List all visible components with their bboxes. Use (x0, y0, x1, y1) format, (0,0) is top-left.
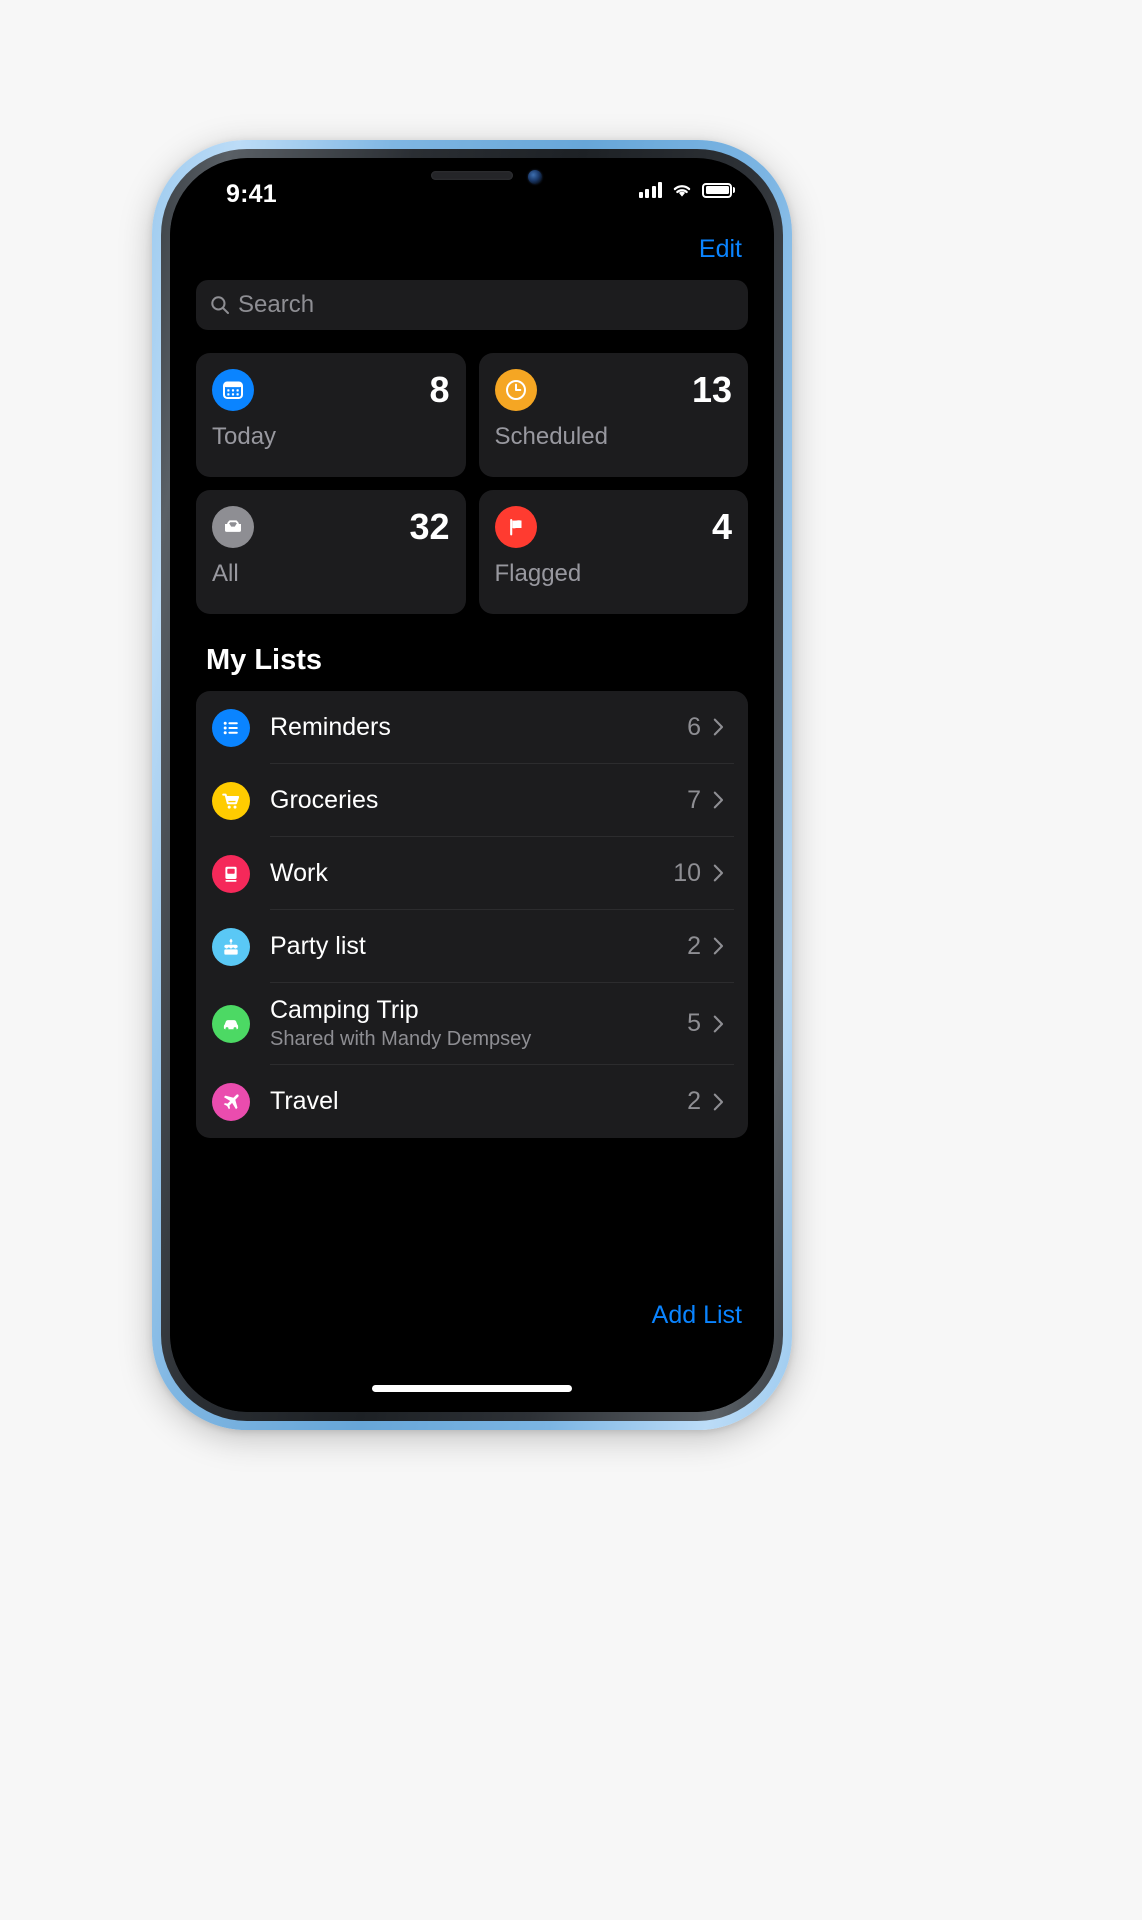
calendar-icon (212, 369, 254, 411)
add-list-button[interactable]: Add List (652, 1301, 742, 1329)
list-item-count: 2 (687, 1087, 701, 1115)
list-item-count: 5 (687, 1009, 701, 1037)
chevron-right-icon (713, 937, 724, 955)
list-item-travel[interactable]: Travel 2 (196, 1065, 748, 1138)
device-bezel: 9:41 Edit Search 8 Today 13 Scheduled 32… (161, 149, 783, 1421)
smart-list-count-today: 8 (429, 369, 450, 410)
device-inner-bezel: 9:41 Edit Search 8 Today 13 Scheduled 32… (170, 158, 774, 1412)
list-item-count: 10 (673, 858, 701, 887)
iphone-device-frame: 9:41 Edit Search 8 Today 13 Scheduled 32… (152, 140, 792, 1430)
inbox-tray-icon (212, 506, 254, 548)
smart-list-count-all: 32 (409, 506, 450, 547)
list-item-count: 2 (687, 931, 701, 960)
clock-icon (494, 369, 537, 411)
battery-icon (702, 182, 732, 198)
wifi-icon (671, 182, 693, 198)
airplane-icon (212, 1082, 250, 1121)
list-item-count: 7 (687, 785, 701, 814)
reminders-app: Edit Search 8 Today 13 Scheduled 32 All … (170, 220, 774, 1412)
phone-screen: 9:41 Edit Search 8 Today 13 Scheduled 32… (170, 158, 774, 1412)
smart-list-card-scheduled[interactable]: 13 Scheduled (478, 353, 748, 477)
my-lists-heading: My Lists (206, 644, 323, 676)
list-item-camping-trip[interactable]: Camping Trip Shared with Mandy Dempsey 5 (196, 983, 748, 1065)
list-item-party[interactable]: Party list 2 (196, 910, 748, 983)
my-lists-container: Reminders 6 Groceries 7 Work 10 Party li… (196, 691, 748, 1138)
list-item-count: 6 (687, 712, 701, 741)
smart-list-label-today: Today (212, 423, 277, 450)
smart-list-label-flagged: Flagged (494, 560, 582, 587)
list-item-name: Travel (270, 1087, 339, 1116)
chevron-right-icon (713, 791, 724, 809)
smart-list-count-flagged: 4 (711, 506, 732, 547)
chevron-right-icon (713, 718, 724, 736)
device-notch (360, 158, 584, 198)
cellular-signal-icon (638, 182, 662, 198)
navigation-bar: Edit (196, 220, 748, 278)
search-bar[interactable]: Search (196, 280, 748, 330)
smart-list-card-flagged[interactable]: 4 Flagged (478, 490, 748, 614)
smart-list-label-all: All (212, 560, 239, 587)
list-item-name: Reminders (270, 712, 391, 741)
smart-list-card-all[interactable]: 32 All (196, 490, 466, 614)
smart-list-grid: 8 Today 13 Scheduled 32 All 4 Flagged (196, 353, 748, 614)
smart-list-card-today[interactable]: 8 Today (196, 353, 466, 477)
list-item-shared-subtitle: Shared with Mandy Dempsey (270, 1028, 532, 1051)
smart-list-count-scheduled: 13 (691, 369, 732, 410)
list-item-name: Party list (270, 931, 366, 960)
edit-button[interactable]: Edit (699, 235, 742, 264)
earpiece-speaker-icon (431, 171, 513, 180)
chevron-right-icon (713, 864, 724, 882)
shopping-cart-icon (212, 781, 250, 820)
list-item-reminders[interactable]: Reminders 6 (196, 691, 748, 764)
birthday-cake-icon (212, 927, 250, 966)
home-indicator[interactable] (372, 1385, 572, 1392)
list-item-work[interactable]: Work 10 (196, 837, 748, 910)
car-icon (212, 1005, 250, 1043)
front-camera-icon (528, 170, 542, 184)
list-item-name: Groceries (270, 785, 379, 814)
flag-icon (494, 506, 537, 548)
chevron-right-icon (713, 1015, 724, 1033)
list-item-name: Camping Trip (270, 995, 419, 1024)
list-item-groceries[interactable]: Groceries 7 (196, 764, 748, 837)
bulleted-list-icon (212, 708, 250, 747)
status-bar-indicators (638, 182, 732, 198)
smart-list-label-scheduled: Scheduled (494, 423, 608, 450)
book-icon (212, 854, 250, 893)
search-icon (210, 295, 230, 315)
status-bar-time: 9:41 (226, 180, 277, 208)
search-input-placeholder[interactable]: Search (238, 291, 314, 319)
screenshot-stage: 9:41 Edit Search 8 Today 13 Scheduled 32… (0, 0, 1142, 1920)
add-list-toolbar: Add List (652, 1301, 742, 1330)
chevron-right-icon (713, 1093, 724, 1111)
list-item-name: Work (270, 858, 328, 887)
